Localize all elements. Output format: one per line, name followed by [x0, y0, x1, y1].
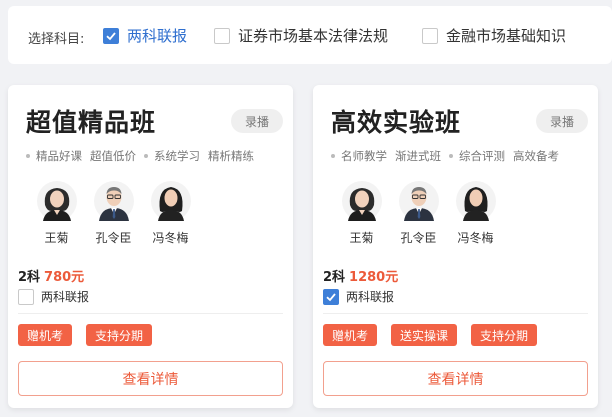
subject-option-label: 金融市场基础知识: [446, 27, 567, 45]
teacher[interactable]: 孔令臣: [390, 181, 447, 246]
feature-item: 名师教学: [331, 148, 387, 164]
price-row: 2科 1280元: [323, 266, 398, 285]
bundle-option[interactable]: 两科联报: [18, 288, 89, 305]
promo-tags: 赠机考 送实操课 支持分期: [323, 324, 551, 346]
feature-item: 超值低价: [90, 149, 136, 163]
subject-option-both[interactable]: 两科联报: [103, 25, 187, 46]
course-title: 超值精品班: [26, 108, 157, 137]
divider: [323, 313, 588, 314]
course-features: 精品好课 超值低价 系统学习 精析精练: [26, 148, 262, 164]
teacher-list: 王菊 孔令臣 冯冬梅: [333, 181, 504, 246]
price-row: 2科 780元: [18, 266, 84, 285]
feature-item: 精品好课: [26, 148, 82, 164]
feature-item: 系统学习: [144, 148, 200, 164]
feature-item: 精析精练: [208, 149, 254, 163]
teacher-name: 王菊: [349, 231, 374, 245]
male-teacher-avatar-icon: [398, 181, 439, 221]
course-card-value: 超值精品班 录播 精品好课 超值低价 系统学习 精析精练 王菊 孔令臣 冯冬梅 …: [8, 85, 293, 408]
course-price: 1280元: [349, 270, 399, 285]
promo-tags: 赠机考 支持分期: [18, 324, 166, 346]
feature-item: 高效备考: [513, 149, 559, 163]
checkbox-checked-icon[interactable]: [103, 27, 119, 44]
view-details-button[interactable]: 查看详情: [18, 361, 283, 396]
bullet-dot-icon: [144, 154, 148, 158]
course-price: 780元: [44, 270, 85, 285]
female-teacher-avatar-icon: [150, 181, 191, 221]
promo-tag: 支持分期: [86, 324, 153, 346]
subject-option-finance-basics[interactable]: 金融市场基础知识: [422, 25, 566, 46]
subject-count: 2科: [323, 270, 346, 285]
recorded-badge: 录播: [536, 109, 588, 133]
promo-tag: 送实操课: [391, 324, 458, 346]
subject-filter-label: 选择科目:: [28, 32, 85, 47]
teacher[interactable]: 孔令臣: [85, 181, 142, 246]
female-teacher-avatar-icon: [341, 181, 382, 221]
bullet-dot-icon: [26, 154, 30, 158]
subject-count: 2科: [18, 270, 41, 285]
recorded-badge: 录播: [231, 109, 283, 133]
checkbox-unchecked-icon[interactable]: [18, 288, 34, 305]
view-details-button[interactable]: 查看详情: [323, 361, 588, 396]
subject-option-securities-law[interactable]: 证券市场基本法律法规: [214, 25, 388, 46]
teacher[interactable]: 冯冬梅: [447, 181, 504, 246]
teacher-list: 王菊 孔令臣 冯冬梅: [28, 181, 199, 246]
bundle-label: 两科联报: [346, 290, 395, 304]
subject-option-label: 证券市场基本法律法规: [238, 27, 389, 45]
bundle-option[interactable]: 两科联报: [323, 288, 394, 305]
promo-tag: 赠机考: [18, 324, 73, 346]
course-features: 名师教学 渐进式班 综合评测 高效备考: [331, 148, 567, 164]
subject-filter-bar: 选择科目: 两科联报 证券市场基本法律法规 金融市场基础知识: [8, 6, 612, 64]
subject-option-label: 两科联报: [127, 27, 188, 45]
feature-item: 渐进式班: [395, 149, 441, 163]
teacher-name: 冯冬梅: [457, 231, 494, 245]
course-card-efficient: 高效实验班 录播 名师教学 渐进式班 综合评测 高效备考 王菊 孔令臣 冯冬梅 …: [313, 85, 598, 408]
promo-tag: 支持分期: [471, 324, 538, 346]
bundle-label: 两科联报: [41, 290, 90, 304]
course-title: 高效实验班: [331, 108, 462, 137]
female-teacher-avatar-icon: [455, 181, 496, 221]
checkbox-checked-icon[interactable]: [323, 288, 339, 305]
checkbox-unchecked-icon[interactable]: [214, 27, 230, 44]
checkbox-unchecked-icon[interactable]: [422, 27, 438, 44]
teacher[interactable]: 冯冬梅: [142, 181, 199, 246]
bullet-dot-icon: [331, 154, 335, 158]
teacher-name: 孔令臣: [95, 231, 132, 245]
teacher-name: 孔令臣: [400, 231, 437, 245]
promo-tag: 赠机考: [323, 324, 378, 346]
divider: [18, 313, 283, 314]
teacher[interactable]: 王菊: [333, 181, 390, 246]
male-teacher-avatar-icon: [93, 181, 134, 221]
teacher-name: 王菊: [44, 231, 69, 245]
bullet-dot-icon: [449, 154, 453, 158]
teacher[interactable]: 王菊: [28, 181, 85, 246]
teacher-name: 冯冬梅: [152, 231, 189, 245]
female-teacher-avatar-icon: [36, 181, 77, 221]
feature-item: 综合评测: [449, 148, 505, 164]
